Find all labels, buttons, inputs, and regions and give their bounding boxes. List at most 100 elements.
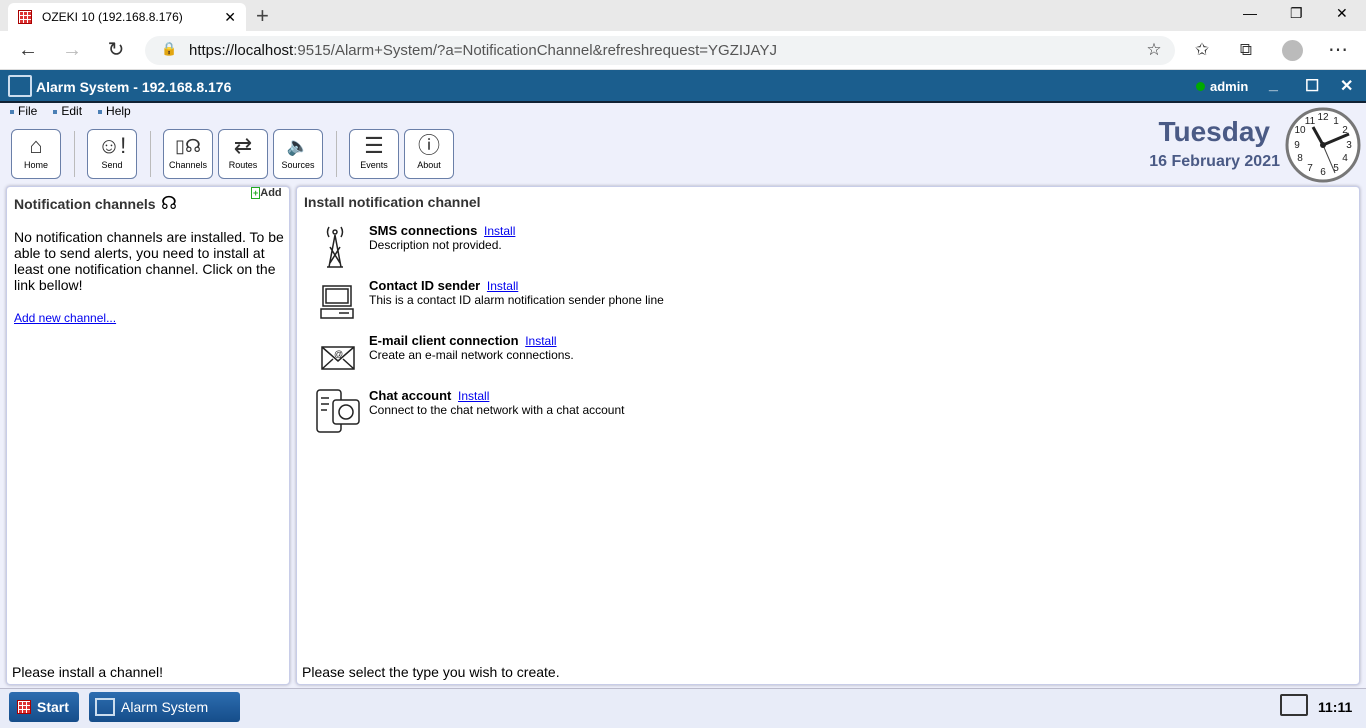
plus-icon: + [251, 187, 261, 199]
svg-text:12: 12 [1317, 112, 1329, 123]
taskbar-item-alarm-system[interactable]: Alarm System [89, 692, 240, 722]
app-header: Alarm System - 192.168.8.176 admin _ ☐ ✕ [0, 70, 1366, 103]
routes-label: Routes [228, 160, 258, 170]
profile-avatar[interactable] [1282, 40, 1303, 61]
new-tab-button[interactable]: + [256, 3, 269, 29]
start-button[interactable]: Start [9, 692, 79, 722]
home-label: Home [23, 160, 48, 170]
restore-browser-button[interactable]: ❐ [1290, 5, 1303, 22]
start-label: Start [37, 699, 69, 715]
svg-text:9: 9 [1294, 140, 1300, 151]
add-new-channel-link[interactable]: Add new channel... [14, 311, 116, 325]
channel-type-sms: SMS connections Install Description not p… [315, 223, 515, 268]
username: admin [1210, 79, 1249, 94]
svg-text:1: 1 [1333, 116, 1339, 127]
channels-icon: ▯☊ [175, 136, 201, 156]
alarm-system-logo-icon [8, 75, 32, 97]
cell-tower-icon [315, 223, 355, 268]
collections-icon[interactable]: ⧉ [1234, 39, 1258, 63]
svg-text:4: 4 [1342, 153, 1348, 164]
reload-icon[interactable]: ↻ [104, 39, 128, 63]
menu-edit[interactable]: Edit [53, 104, 82, 118]
notification-channels-panel: Notification channels ☊ + Add No notifica… [6, 186, 290, 685]
computer-icon [315, 278, 355, 322]
about-button[interactable]: ⓘ About [404, 129, 454, 179]
home-button[interactable]: ⌂ Home [11, 129, 61, 179]
channel-type-email: @ E-mail client connection Install Create… [315, 333, 574, 377]
send-button[interactable]: ☺! Send [87, 129, 137, 179]
sources-label: Sources [281, 160, 315, 170]
item-name: Contact ID sender [369, 278, 481, 293]
item-description: Connect to the chat network with a chat … [369, 403, 625, 417]
add-label: Add [260, 187, 282, 199]
ozeki-favicon-icon [18, 10, 32, 24]
taskbar-clock: 11:11 [1318, 699, 1353, 715]
install-email-link[interactable]: Install [525, 334, 556, 348]
channel-type-chat: Chat account Install Connect to the chat … [315, 388, 625, 433]
toolbar-divider [336, 131, 337, 177]
toolbar-divider [74, 131, 75, 177]
favorites-icon[interactable]: ✩ [1190, 39, 1214, 63]
close-app-button[interactable]: ✕ [1340, 76, 1353, 96]
events-button[interactable]: ☰ Events [349, 129, 399, 179]
app-title: Alarm System - 192.168.8.176 [36, 79, 232, 95]
svg-text:7: 7 [1307, 163, 1313, 174]
menu-file[interactable]: File [10, 104, 37, 118]
install-channel-panel: Install notification channel SMS connect… [296, 186, 1360, 685]
analog-clock: 12 1234567891011 [1285, 107, 1361, 183]
alarm-system-logo-icon [95, 698, 115, 716]
right-status: Please select the type you wish to creat… [302, 664, 560, 680]
install-sms-link[interactable]: Install [484, 224, 515, 238]
day-of-week: Tuesday [1158, 116, 1270, 147]
no-channels-message: No notification channels are installed. … [14, 229, 284, 293]
left-status: Please install a channel! [12, 664, 163, 680]
item-description: Create an e-mail network connections. [369, 348, 574, 362]
channel-type-contact-id: Contact ID sender Install This is a conta… [315, 278, 664, 322]
task-label: Alarm System [121, 699, 209, 715]
url-input[interactable]: 🔒 https://localhost:9515/Alarm+System/?a… [145, 36, 1175, 65]
minimize-browser-button[interactable]: — [1243, 5, 1257, 21]
url-path: :9515/Alarm+System/?a=NotificationChanne… [293, 42, 777, 59]
routes-button[interactable]: ⇄ Routes [218, 129, 268, 179]
speaker-icon: 🔈 [286, 136, 310, 156]
tab-title: OZEKI 10 (192.168.8.176) [42, 10, 183, 24]
svg-text:5: 5 [1333, 163, 1339, 174]
chat-icon [315, 388, 360, 433]
install-chat-link[interactable]: Install [458, 389, 489, 403]
lock-icon: 🔒 [161, 41, 178, 56]
svg-text:3: 3 [1346, 140, 1352, 151]
item-name: Chat account [369, 388, 452, 403]
item-name: E-mail client connection [369, 333, 519, 348]
menu-help[interactable]: Help [98, 104, 131, 118]
item-description: Description not provided. [369, 238, 502, 252]
events-icon: ☰ [364, 133, 384, 158]
online-status-icon [1196, 82, 1205, 91]
install-contact-id-link[interactable]: Install [487, 279, 518, 293]
maximize-app-button[interactable]: ☐ [1305, 76, 1319, 96]
more-icon[interactable]: ⋯ [1326, 39, 1350, 63]
menu-bar: File Edit Help [10, 104, 131, 118]
about-label: About [417, 160, 441, 170]
svg-text:8: 8 [1297, 153, 1303, 164]
back-icon[interactable]: ← [16, 39, 40, 63]
minimize-app-button[interactable]: _ [1269, 76, 1278, 94]
user-indicator[interactable]: admin [1196, 79, 1248, 94]
toolbar-divider [150, 131, 151, 177]
events-label: Events [360, 160, 388, 170]
monitor-icon[interactable] [1280, 694, 1308, 716]
home-icon: ⌂ [29, 133, 43, 158]
channels-button[interactable]: ▯☊ Channels [163, 129, 213, 179]
sources-button[interactable]: 🔈 Sources [273, 129, 323, 179]
close-browser-button[interactable]: ✕ [1336, 5, 1348, 22]
email-icon: @ [315, 333, 355, 377]
favorite-add-icon[interactable]: ☆ [1142, 39, 1166, 63]
routes-icon: ⇄ [233, 133, 253, 158]
forward-icon[interactable]: → [60, 39, 84, 63]
add-channel-button[interactable]: + Add [251, 187, 282, 199]
panel-title: Notification channels [14, 196, 156, 212]
svg-text:6: 6 [1320, 167, 1326, 178]
close-tab-icon[interactable]: ✕ [224, 9, 236, 26]
item-name: SMS connections [369, 223, 478, 238]
browser-tab[interactable]: OZEKI 10 (192.168.8.176) ✕ [8, 3, 246, 31]
svg-text:@: @ [334, 349, 343, 359]
